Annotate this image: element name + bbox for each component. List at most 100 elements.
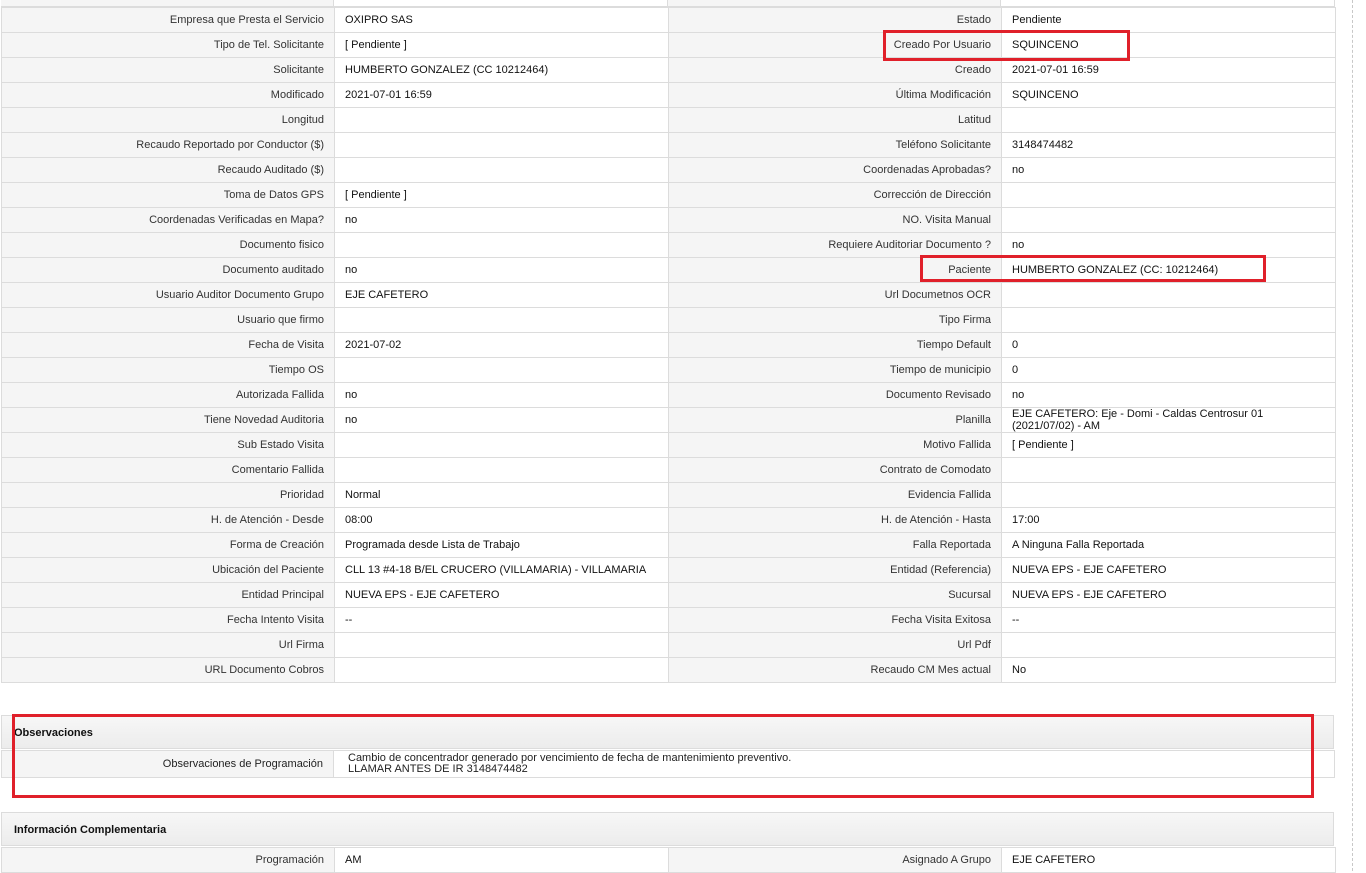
field-value-empresa-que-presta-el-servicio: OXIPRO SAS	[334, 7, 669, 33]
field-value-recaudo-auditado	[334, 157, 669, 183]
table-row: Autorizada Fallida no Documento Revisado …	[1, 382, 1336, 408]
field-label-recaudo-auditado: Recaudo Auditado ($)	[1, 157, 335, 183]
table-row: Usuario Auditor Documento Grupo EJE CAFET…	[1, 282, 1336, 308]
scrollbar-track[interactable]	[1352, 0, 1366, 871]
field-label-planilla: Planilla	[668, 407, 1002, 433]
field-value-url-pdf	[1001, 632, 1336, 658]
field-label-tipo-firma: Tipo Firma	[668, 307, 1002, 333]
field-label-documento-auditado: Documento auditado	[1, 257, 335, 283]
field-value-coordenadas-aprobadas: no	[1001, 157, 1336, 183]
table-row: Entidad Principal NUEVA EPS - EJE CAFETER…	[1, 582, 1336, 608]
field-value-fecha-intento-visita: --	[334, 607, 669, 633]
field-value-ultima-modificacion: SQUINCENO	[1001, 82, 1336, 108]
table-row: Empresa que Presta el Servicio OXIPRO SAS…	[1, 7, 1336, 33]
field-value-evidencia-fallida	[1001, 482, 1336, 508]
field-label-evidencia-fallida: Evidencia Fallida	[668, 482, 1002, 508]
field-value-autorizada-fallida: no	[334, 382, 669, 408]
field-value-documento-fisico	[334, 232, 669, 258]
field-label-requiere-auditoriar-documento: Requiere Auditoriar Documento ?	[668, 232, 1002, 258]
table-row: Fecha de Visita 2021-07-02 Tiempo Default…	[1, 332, 1336, 358]
field-value-solicitante: HUMBERTO GONZALEZ (CC 10212464)	[334, 57, 669, 83]
field-value-longitud	[334, 107, 669, 133]
field-label-recaudo-reportado-por-conductor: Recaudo Reportado por Conductor ($)	[1, 132, 335, 158]
field-label-contrato-de-comodato: Contrato de Comodato	[668, 457, 1002, 483]
field-value-sub-estado-visita	[334, 432, 669, 458]
field-value-tipo-de-tel-solicitante: [ Pendiente ]	[334, 32, 669, 58]
field-label-coordenadas-aprobadas: Coordenadas Aprobadas?	[668, 157, 1002, 183]
field-value-usuario-auditor-documento-grupo: EJE CAFETERO	[334, 282, 669, 308]
table-row: Url Firma Url Pdf	[1, 632, 1336, 658]
field-value-prioridad: Normal	[334, 482, 669, 508]
field-value-requiere-auditoriar-documento: no	[1001, 232, 1336, 258]
table-row: Longitud Latitud	[1, 107, 1336, 133]
field-label-latitud: Latitud	[668, 107, 1002, 133]
table-row: H. de Atención - Desde 08:00 H. de Atenció…	[1, 507, 1336, 533]
field-label-estado: Estado	[668, 7, 1002, 33]
field-value-usuario-que-firmo	[334, 307, 669, 333]
field-value-tiempo-os	[334, 357, 669, 383]
field-label-usuario-que-firmo: Usuario que firmo	[1, 307, 335, 333]
field-value-comentario-fallida	[334, 457, 669, 483]
field-label-ultima-modificacion: Última Modificación	[668, 82, 1002, 108]
table-row: Documento fisico Requiere Auditoriar Docu…	[1, 232, 1336, 258]
field-label-fecha-de-visita: Fecha de Visita	[1, 332, 335, 358]
field-label-prioridad: Prioridad	[1, 482, 335, 508]
field-label-fecha-visita-exitosa: Fecha Visita Exitosa	[668, 607, 1002, 633]
table-row: Solicitante HUMBERTO GONZALEZ (CC 1021246…	[1, 57, 1336, 83]
field-value-modificado: 2021-07-01 16:59	[334, 82, 669, 108]
field-label-motivo-fallida: Motivo Fallida	[668, 432, 1002, 458]
field-value-motivo-fallida: [ Pendiente ]	[1001, 432, 1336, 458]
field-value-documento-auditado: no	[334, 257, 669, 283]
field-label-creado: Creado	[668, 57, 1002, 83]
field-label-coordenadas-verificadas-en-mapa: Coordenadas Verificadas en Mapa?	[1, 207, 335, 233]
field-value-fecha-de-visita: 2021-07-02	[334, 332, 669, 358]
field-label-recaudo-cm-mes-actual: Recaudo CM Mes actual	[668, 657, 1002, 683]
field-value-programacion: AM	[334, 847, 669, 873]
highlight-box-observaciones	[12, 714, 1314, 798]
field-label-ubicacion-del-paciente: Ubicación del Paciente	[1, 557, 335, 583]
table-row: Forma de Creación Programada desde Lista …	[1, 532, 1336, 558]
field-value-ubicacion-del-paciente: CLL 13 #4-18 B/EL CRUCERO (VILLAMARIA) -…	[334, 557, 669, 583]
field-value-documento-revisado: no	[1001, 382, 1336, 408]
detail-table: Empresa que Presta el Servicio OXIPRO SAS…	[1, 7, 1336, 683]
field-label-programacion: Programación	[1, 847, 335, 873]
field-value-falla-reportada: A Ninguna Falla Reportada	[1001, 532, 1336, 558]
field-label-tiempo-default: Tiempo Default	[668, 332, 1002, 358]
field-label-correccion-de-direccion: Corrección de Dirección	[668, 182, 1002, 208]
field-value-recaudo-reportado-por-conductor	[334, 132, 669, 158]
field-value-contrato-de-comodato	[1001, 457, 1336, 483]
field-value-entidad-referencia: NUEVA EPS - EJE CAFETERO	[1001, 557, 1336, 583]
field-value-fecha-visita-exitosa: --	[1001, 607, 1336, 633]
table-row: Programación AM Asignado A Grupo EJE CAF…	[1, 847, 1336, 873]
clipped-previous-row	[1, 0, 1335, 7]
field-value-url-documetnos-ocr	[1001, 282, 1336, 308]
table-row: Tiempo OS Tiempo de municipio 0	[1, 357, 1336, 383]
field-label-asignado-a-grupo: Asignado A Grupo	[668, 847, 1002, 873]
field-label-modificado: Modificado	[1, 82, 335, 108]
field-label-entidad-referencia: Entidad (Referencia)	[668, 557, 1002, 583]
field-label-falla-reportada: Falla Reportada	[668, 532, 1002, 558]
field-label-tipo-de-tel-solicitante: Tipo de Tel. Solicitante	[1, 32, 335, 58]
field-label-tiene-novedad-auditoria: Tiene Novedad Auditoria	[1, 407, 335, 433]
field-value-latitud	[1001, 107, 1336, 133]
field-value-tipo-firma	[1001, 307, 1336, 333]
field-value-correccion-de-direccion	[1001, 182, 1336, 208]
table-row: Tipo de Tel. Solicitante[ Pendiente ] Cre…	[1, 32, 1336, 58]
field-label-h-de-atencion-desde: H. de Atención - Desde	[1, 507, 335, 533]
field-label-h-de-atencion-hasta: H. de Atención - Hasta	[668, 507, 1002, 533]
field-label-comentario-fallida: Comentario Fallida	[1, 457, 335, 483]
field-value-h-de-atencion-desde: 08:00	[334, 507, 669, 533]
field-value-url-firma	[334, 632, 669, 658]
table-row: Prioridad Normal Evidencia Fallida	[1, 482, 1336, 508]
table-row: Ubicación del Paciente CLL 13 #4-18 B/EL …	[1, 557, 1336, 583]
field-label-solicitante: Solicitante	[1, 57, 335, 83]
field-value-asignado-a-grupo: EJE CAFETERO	[1001, 847, 1336, 873]
field-label-tiempo-de-municipio: Tiempo de municipio	[668, 357, 1002, 383]
table-row: Recaudo Reportado por Conductor ($) Teléf…	[1, 132, 1336, 158]
field-label-longitud: Longitud	[1, 107, 335, 133]
field-label-tiempo-os: Tiempo OS	[1, 357, 335, 383]
field-value-entidad-principal: NUEVA EPS - EJE CAFETERO	[334, 582, 669, 608]
field-value-sucursal: NUEVA EPS - EJE CAFETERO	[1001, 582, 1336, 608]
info-complementaria-section-header: Información Complementaria	[1, 812, 1334, 846]
table-row: Coordenadas Verificadas en Mapa? no NO. V…	[1, 207, 1336, 233]
